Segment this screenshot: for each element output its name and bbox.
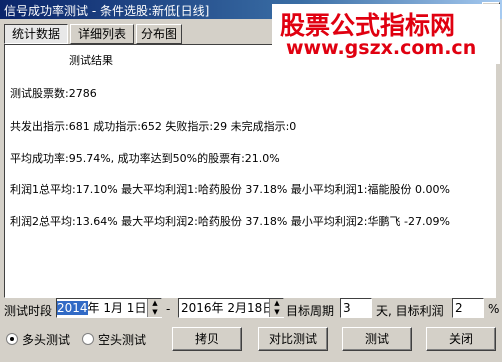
profit1-summary: 利润1总平均:17.10% 最大平均利润1:哈药股份 37.18% 最小平均利润…: [10, 183, 450, 196]
long-test-label[interactable]: 多头测试: [22, 331, 70, 348]
copy-button[interactable]: 拷贝: [172, 327, 242, 351]
test-button[interactable]: 测试: [342, 327, 412, 351]
spin-down-icon[interactable]: ▼: [148, 308, 162, 317]
date-range-dash: -: [166, 302, 171, 316]
tab-distribution[interactable]: 分布图: [136, 24, 182, 44]
watermark-url: www.gszx.com.cn: [286, 37, 477, 59]
target-profit-label: 天, 目标利润: [376, 304, 444, 318]
short-test-radio[interactable]: [82, 333, 94, 345]
spin-up-icon[interactable]: ▲: [148, 299, 162, 308]
results-panel: 测试结果 测试股票数:2786 共发出指示:681 成功指示:652 失败指示:…: [4, 44, 496, 298]
start-date-rest: 年 1月 1日: [87, 301, 147, 315]
tab-statistics[interactable]: 统计数据: [4, 24, 68, 44]
signal-summary: 共发出指示:681 成功指示:652 失败指示:29 未完成指示:0: [10, 120, 297, 133]
end-date: 2016年 2月18日: [181, 301, 275, 315]
tab-detail-list[interactable]: 详细列表: [70, 24, 134, 44]
end-date-picker[interactable]: 2016年 2月18日 ▲ ▼: [178, 298, 284, 318]
short-test-label[interactable]: 空头测试: [98, 331, 146, 348]
average-success-rate: 平均成功率:95.74%, 成功率达到50%的股票有:21.0%: [10, 152, 280, 165]
long-test-radio[interactable]: [6, 333, 18, 345]
spin-up-icon[interactable]: ▲: [270, 299, 284, 308]
end-date-spinner[interactable]: ▲ ▼: [269, 299, 284, 317]
percent-sign: %: [488, 302, 500, 316]
watermark-logo: 股票公式指标网 www.gszx.com.cn: [272, 4, 500, 64]
target-profit-input[interactable]: 2: [452, 298, 484, 318]
spin-down-icon[interactable]: ▼: [270, 308, 284, 317]
profit2-summary: 利润2总平均:13.64% 最大平均利润2:哈药股份 37.18% 最小平均利润…: [10, 215, 450, 228]
results-header: 测试结果: [69, 54, 113, 67]
start-date-spinner[interactable]: ▲ ▼: [147, 299, 162, 317]
window-title: 信号成功率测试 - 条件选股:新低[日线]: [4, 4, 210, 18]
target-period-input[interactable]: 3: [340, 298, 372, 318]
start-date-picker[interactable]: 2014年 1月 1日 ▲ ▼: [56, 298, 162, 318]
test-period-label: 测试时段: [4, 304, 53, 318]
compare-test-button[interactable]: 对比测试: [258, 327, 328, 351]
target-period-label: 目标周期: [286, 304, 335, 318]
start-year[interactable]: 2014: [57, 301, 88, 315]
stock-count: 测试股票数:2786: [10, 87, 97, 100]
close-button[interactable]: 关闭: [426, 327, 496, 351]
